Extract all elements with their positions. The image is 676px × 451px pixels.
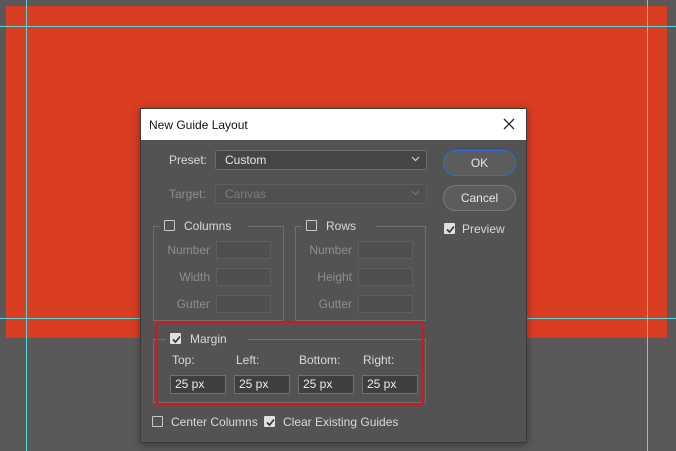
clear-guides-checkbox[interactable] <box>264 416 275 427</box>
rows-height-label: Height <box>317 270 352 284</box>
columns-width-label: Width <box>179 270 210 284</box>
rows-checkbox[interactable] <box>306 220 317 231</box>
rows-height-input <box>358 268 413 286</box>
preview-label: Preview <box>462 222 505 236</box>
center-columns-label: Center Columns <box>171 415 258 429</box>
target-value: Canvas <box>225 187 266 201</box>
columns-width-input <box>216 268 271 286</box>
columns-label: Columns <box>184 219 232 233</box>
ok-button[interactable]: OK <box>443 150 516 176</box>
guide-line-horizontal <box>0 26 676 27</box>
dialog-title: New Guide Layout <box>149 118 248 132</box>
rows-number-input <box>358 241 413 259</box>
target-select: Canvas <box>215 184 427 204</box>
clear-guides-label: Clear Existing Guides <box>283 415 399 429</box>
preset-value: Custom <box>225 153 267 167</box>
checkmark-icon <box>446 225 455 234</box>
guide-line-vertical <box>26 0 27 451</box>
columns-checkbox[interactable] <box>164 220 175 231</box>
rows-number-label: Number <box>309 243 352 257</box>
rows-gutter-input <box>358 295 413 313</box>
chevron-down-icon <box>411 156 420 162</box>
columns-group: Columns Number Width Gutter <box>153 218 284 321</box>
center-columns-checkbox[interactable] <box>152 416 163 427</box>
target-label: Target: <box>169 187 206 201</box>
guide-line-vertical <box>647 0 648 451</box>
preview-checkbox[interactable] <box>444 223 455 234</box>
rows-gutter-label: Gutter <box>318 297 352 311</box>
checkmark-icon <box>266 418 275 427</box>
rows-label: Rows <box>326 219 357 233</box>
margin-highlight-annotation <box>156 321 424 405</box>
columns-gutter-input <box>216 295 271 313</box>
preset-select[interactable]: Custom <box>215 150 427 170</box>
columns-gutter-label: Gutter <box>176 297 210 311</box>
columns-number-input <box>216 241 271 259</box>
close-icon <box>503 118 515 130</box>
close-button[interactable] <box>498 113 520 135</box>
dialog-titlebar: New Guide Layout <box>141 109 526 140</box>
columns-number-label: Number <box>167 243 210 257</box>
chevron-down-icon <box>411 190 420 196</box>
rows-group: Rows Number Height Gutter <box>295 218 426 321</box>
cancel-button[interactable]: Cancel <box>443 185 516 211</box>
preset-label: Preset: <box>169 153 208 167</box>
